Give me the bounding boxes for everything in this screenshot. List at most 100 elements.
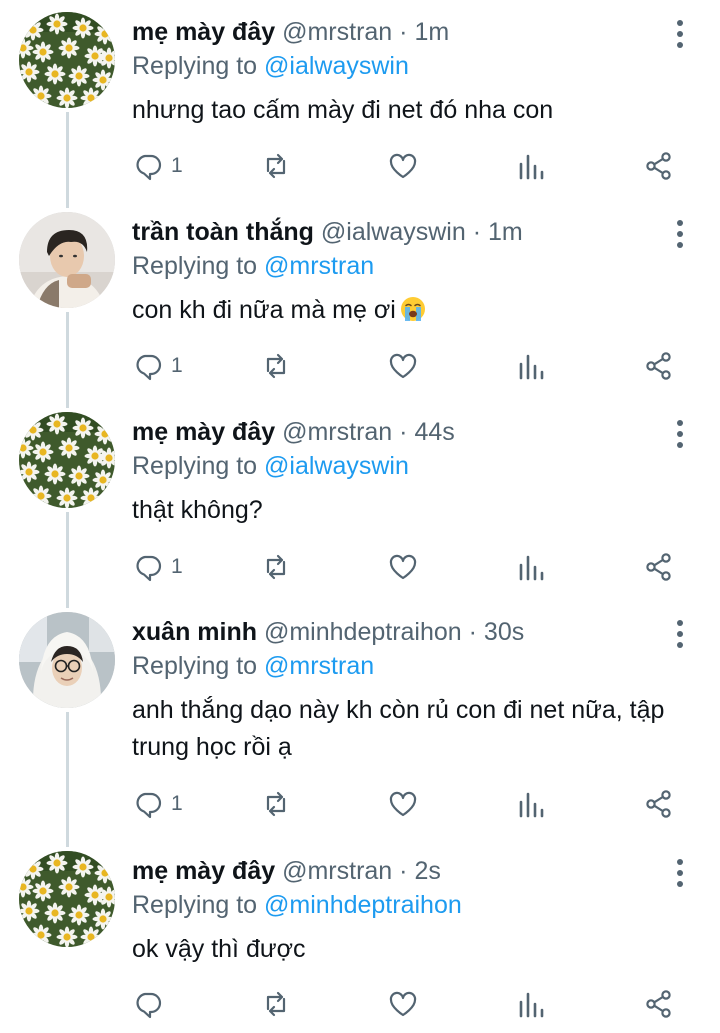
share-button[interactable] (644, 348, 674, 384)
display-name[interactable]: xuân minh (132, 618, 257, 646)
timestamp[interactable]: 1m (414, 18, 449, 46)
reply-count: 1 (171, 792, 183, 815)
retweet-icon (261, 552, 291, 582)
reply-tweet[interactable]: xuân minh @minhdeptraihon · 30s Replying … (0, 600, 720, 839)
reply-tweet[interactable]: trần toàn thắng @ialwayswin · 1m Replying… (0, 200, 720, 400)
share-button[interactable] (644, 786, 674, 822)
reply-icon (133, 552, 163, 582)
replying-to: Replying to @mrstran (132, 648, 374, 684)
timestamp[interactable]: 30s (484, 618, 524, 646)
like-button[interactable] (388, 348, 418, 384)
reply-button[interactable]: 1 (133, 348, 183, 384)
reply-tweet[interactable]: mẹ mày đây @mrstran · 2s Replying to @min… (0, 839, 720, 1033)
timestamp[interactable]: 44s (414, 418, 454, 446)
avatar[interactable] (19, 212, 115, 308)
replying-to-label: Replying to (132, 891, 258, 919)
avatar[interactable] (19, 612, 115, 708)
views-icon (516, 789, 546, 819)
separator-dot: · (399, 18, 408, 46)
retweet-icon (261, 789, 291, 819)
user-handle[interactable]: @mrstran (282, 857, 392, 885)
avatar[interactable] (19, 851, 115, 947)
views-button[interactable] (516, 348, 546, 384)
replying-to-handle[interactable]: @mrstran (264, 252, 374, 280)
replying-to-label: Replying to (132, 452, 258, 480)
replying-to-handle[interactable]: @mrstran (264, 652, 374, 680)
retweet-icon (261, 989, 291, 1019)
more-options-icon[interactable] (668, 857, 692, 889)
display-name[interactable]: mẹ mày đây (132, 18, 275, 46)
user-handle[interactable]: @ialwayswin (321, 218, 466, 246)
replying-to-handle[interactable]: @ialwayswin (264, 52, 409, 80)
reply-count: 1 (171, 354, 183, 377)
retweet-button[interactable] (261, 348, 291, 384)
tweet-actions: 1 (0, 348, 720, 384)
user-handle[interactable]: @mrstran (282, 18, 392, 46)
views-button[interactable] (516, 986, 546, 1022)
views-button[interactable] (516, 786, 546, 822)
tweet-text: con kh đi nữa mà mẹ ơi (132, 292, 680, 329)
separator-dot: · (399, 418, 408, 446)
more-options-icon[interactable] (668, 218, 692, 250)
display-name[interactable]: mẹ mày đây (132, 418, 275, 446)
like-button[interactable] (388, 549, 418, 585)
avatar[interactable] (19, 412, 115, 508)
tweet-actions (0, 986, 720, 1022)
avatar[interactable] (19, 12, 115, 108)
views-button[interactable] (516, 148, 546, 184)
tweet-text: nhưng tao cấm mày đi net đó nha con (132, 92, 680, 129)
more-options-icon[interactable] (668, 618, 692, 650)
tweet-actions: 1 (0, 786, 720, 822)
replying-to-handle[interactable]: @ialwayswin (264, 452, 409, 480)
user-handle[interactable]: @mrstran (282, 418, 392, 446)
tweet-text-content: nhưng tao cấm mày đi net đó nha con (132, 96, 554, 124)
views-icon (516, 151, 546, 181)
reply-tweet[interactable]: mẹ mày đây @mrstran · 44s Replying to @ia… (0, 400, 720, 600)
reply-tweet[interactable]: mẹ mày đây @mrstran · 1m Replying to @ial… (0, 0, 720, 200)
separator-dot: · (472, 218, 482, 246)
reply-button[interactable]: 1 (133, 786, 183, 822)
retweet-button[interactable] (261, 549, 291, 585)
replying-to: Replying to @mrstran (132, 248, 374, 284)
like-button[interactable] (388, 148, 418, 184)
like-icon (388, 151, 418, 181)
retweet-button[interactable] (261, 786, 291, 822)
separator-dot: · (399, 857, 408, 885)
share-button[interactable] (644, 986, 674, 1022)
share-button[interactable] (644, 549, 674, 585)
retweet-button[interactable] (261, 148, 291, 184)
like-icon (388, 351, 418, 381)
separator-dot: · (468, 618, 477, 646)
replying-to-handle[interactable]: @minhdeptraihon (264, 891, 462, 919)
tweet-header: xuân minh @minhdeptraihon · 30s (132, 614, 660, 650)
share-icon (644, 789, 674, 819)
more-options-icon[interactable] (668, 418, 692, 450)
replying-to-label: Replying to (132, 252, 258, 280)
like-icon (388, 989, 418, 1019)
user-handle[interactable]: @minhdeptraihon (264, 618, 462, 646)
like-button[interactable] (388, 786, 418, 822)
reply-button[interactable]: 1 (133, 148, 183, 184)
tweet-actions: 1 (0, 549, 720, 585)
display-name[interactable]: trần toàn thắng (132, 218, 314, 246)
views-button[interactable] (516, 549, 546, 585)
tweet-text-content: thật không? (132, 496, 263, 524)
reply-count: 1 (171, 154, 183, 177)
share-icon (644, 989, 674, 1019)
retweet-icon (261, 351, 291, 381)
reply-button[interactable] (133, 986, 163, 1022)
more-options-icon[interactable] (668, 18, 692, 50)
retweet-button[interactable] (261, 986, 291, 1022)
share-button[interactable] (644, 148, 674, 184)
tweet-text: anh thắng dạo này kh còn rủ con đi net n… (132, 692, 680, 766)
tweet-header: mẹ mày đây @mrstran · 2s (132, 853, 660, 889)
timestamp[interactable]: 2s (414, 857, 440, 885)
tweet-header: mẹ mày đây @mrstran · 1m (132, 14, 660, 50)
like-button[interactable] (388, 986, 418, 1022)
reply-button[interactable]: 1 (133, 549, 183, 585)
display-name[interactable]: mẹ mày đây (132, 857, 275, 885)
reply-icon (133, 151, 163, 181)
reply-icon (133, 989, 163, 1019)
tweet-text-content: ok vậy thì được (132, 935, 306, 963)
timestamp[interactable]: 1m (488, 218, 523, 246)
